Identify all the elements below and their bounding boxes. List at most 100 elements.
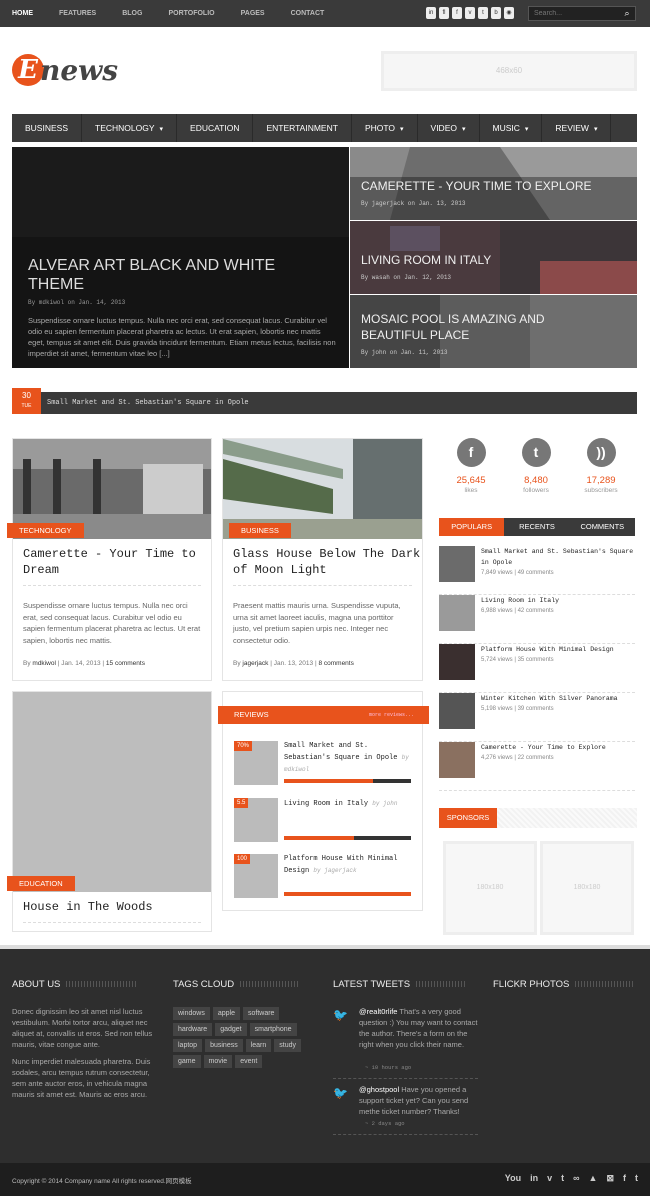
tag-learn[interactable]: learn [245,1039,272,1052]
tab-recents[interactable]: RECENTS [504,518,569,536]
twitter-icon[interactable]: t [478,7,488,19]
social-count[interactable]: f 25,645 likes [437,438,505,494]
popular-title[interactable]: Winter Kitchen With Silver Panorama [481,693,636,704]
article-title[interactable]: Camerette - Your Time to Dream [23,546,211,578]
tweet-user[interactable]: @realt0rlife [359,1007,397,1016]
popular-thumb[interactable] [439,693,475,729]
tab-comments[interactable]: COMMENTS [570,518,635,536]
review-title[interactable]: Platform House With Minimal Design by ja… [284,854,414,877]
hero-side-1-title[interactable]: CAMERETTE - YOUR TIME TO EXPLORE [361,178,592,194]
tag-windows[interactable]: windows [173,1007,210,1020]
nav-entertainment[interactable]: ENTERTAINMENT [253,114,352,142]
social-icon[interactable]: ▲ [589,1173,598,1184]
popular-thumb[interactable] [439,742,475,778]
hero-side-3[interactable]: MOSAIC POOL IS AMAZING AND BEAUTIFUL PLA… [350,295,637,368]
comments-link[interactable]: 8 comments [318,660,353,667]
popular-title[interactable]: Living Room in Italy [481,595,636,606]
social-icon[interactable]: t [635,1173,638,1184]
nav-music[interactable]: MUSIC ▾ [480,114,543,142]
rss-icon[interactable]: )) [586,438,616,467]
social-icon[interactable]: You [505,1173,521,1184]
hero-main-title[interactable]: ALVEAR ART BLACK AND WHITE THEME [28,256,308,294]
rss-icon[interactable]: ◉ [504,7,514,19]
search-input[interactable] [529,7,617,20]
tag-movie[interactable]: movie [203,1055,233,1068]
nav-review[interactable]: REVIEW ▾ [542,114,612,142]
hero-side-3-title[interactable]: MOSAIC POOL IS AMAZING AND BEAUTIFUL PLA… [361,311,591,343]
tag-study[interactable]: study [274,1039,302,1052]
popular-title[interactable]: Camerette - Your Time to Explore [481,742,636,753]
facebook-icon[interactable]: f [452,7,462,19]
sponsor-ad[interactable]: 180x180 [540,841,634,935]
search-icon[interactable]: ⌕ [619,7,635,20]
tag-software[interactable]: software [243,1007,280,1020]
tab-populars[interactable]: POPULARS [439,518,505,536]
tweet-user[interactable]: @ghostpool [359,1085,399,1094]
tweet-item: 🐦 @realt0rlife That's a very good questi… [333,1006,478,1081]
article-title[interactable]: Glass House Below The Dark of Moon Light [233,546,422,578]
social-icon[interactable]: in [530,1173,538,1184]
linkedin-icon[interactable]: in [426,7,436,19]
nav-technology[interactable]: TECHNOLOGY ▾ [82,114,178,142]
author-link[interactable]: jagerjack [242,660,268,667]
social-count[interactable]: t 8,480 followers [502,438,570,494]
facebook-icon[interactable]: f [456,438,486,467]
nav-label: PHOTO [364,123,396,133]
topnav-portofolio[interactable]: PORTOFOLIO [168,0,214,27]
nav-video[interactable]: VIDEO ▾ [418,114,480,142]
sponsor-ad[interactable]: 180x180 [443,841,537,935]
ticker-text[interactable]: Small Market and St. Sebastian's Square … [47,392,249,414]
tag-event[interactable]: event [235,1055,263,1068]
social-icon[interactable]: t [561,1173,564,1184]
tag-apple[interactable]: apple [212,1007,240,1020]
twitter-icon[interactable]: t [521,438,551,467]
topnav-features[interactable]: FEATURES [59,0,96,27]
ad-banner[interactable]: 468x60 [381,51,637,91]
article-title[interactable]: House in The Woods [23,899,153,915]
article-image[interactable] [13,692,211,892]
author-link[interactable]: mdkiwol [32,660,55,667]
site-logo[interactable]: E news [12,53,118,87]
social-icon[interactable]: v [547,1173,552,1184]
social-icon[interactable]: ∞ [573,1173,579,1184]
topnav-blog[interactable]: BLOG [122,0,142,27]
hero-side-2-title[interactable]: LIVING ROOM IN ITALY [361,252,491,268]
category-tag[interactable]: BUSINESS [229,523,291,538]
category-tag[interactable]: EDUCATION [7,876,75,891]
vimeo-icon[interactable]: v [465,7,475,19]
review-rating-fill [284,836,354,840]
topnav-pages[interactable]: PAGES [241,0,265,27]
tag-game[interactable]: game [173,1055,201,1068]
category-tag[interactable]: TECHNOLOGY [7,523,84,538]
popular-thumb[interactable] [439,546,475,582]
social-icon[interactable]: ⊠ [606,1173,614,1184]
nav-education[interactable]: EDUCATION [177,114,254,142]
hero-main-excerpt: Suspendisse ornare luctus tempus. Nulla … [28,316,336,358]
social-count[interactable]: )) 17,289 subscribers [567,438,635,494]
social-icon[interactable]: f [623,1173,626,1184]
hero-side-2[interactable]: LIVING ROOM IN ITALY By wasah on Jan. 12… [350,221,637,294]
tag-hardware[interactable]: hardware [173,1023,213,1036]
flickr-icon[interactable]: fl [439,7,449,19]
comments-link[interactable]: 15 comments [106,660,145,667]
more-reviews-link[interactable]: more reviews... [369,706,414,724]
review-title[interactable]: Small Market and St. Sebastian's Square … [284,741,414,776]
popular-thumb[interactable] [439,644,475,680]
hero-main[interactable]: ALVEAR ART BLACK AND WHITE THEME By mdki… [12,147,349,368]
topnav-contact[interactable]: CONTACT [291,0,325,27]
chevron-down-icon: ▾ [461,126,466,133]
tag-business[interactable]: business [205,1039,243,1052]
popular-thumb[interactable] [439,595,475,631]
nav-photo[interactable]: PHOTO ▾ [352,114,418,142]
tag-gadget[interactable]: gadget [215,1023,247,1036]
tag-laptop[interactable]: laptop [173,1039,203,1052]
blogger-icon[interactable]: b [491,7,501,19]
nav-business[interactable]: BUSINESS [12,114,82,142]
nav-label: VIDEO [430,123,457,133]
hero-side-1[interactable]: CAMERETTE - YOUR TIME TO EXPLORE By jage… [350,147,637,220]
tag-smartphone[interactable]: smartphone [249,1023,297,1036]
review-title[interactable]: Living Room in Italy by john [284,798,414,810]
popular-title[interactable]: Platform House With Minimal Design [481,644,636,655]
topnav-home[interactable]: HOME [12,0,33,27]
popular-title[interactable]: Small Market and St. Sebastian's Square … [481,546,636,568]
